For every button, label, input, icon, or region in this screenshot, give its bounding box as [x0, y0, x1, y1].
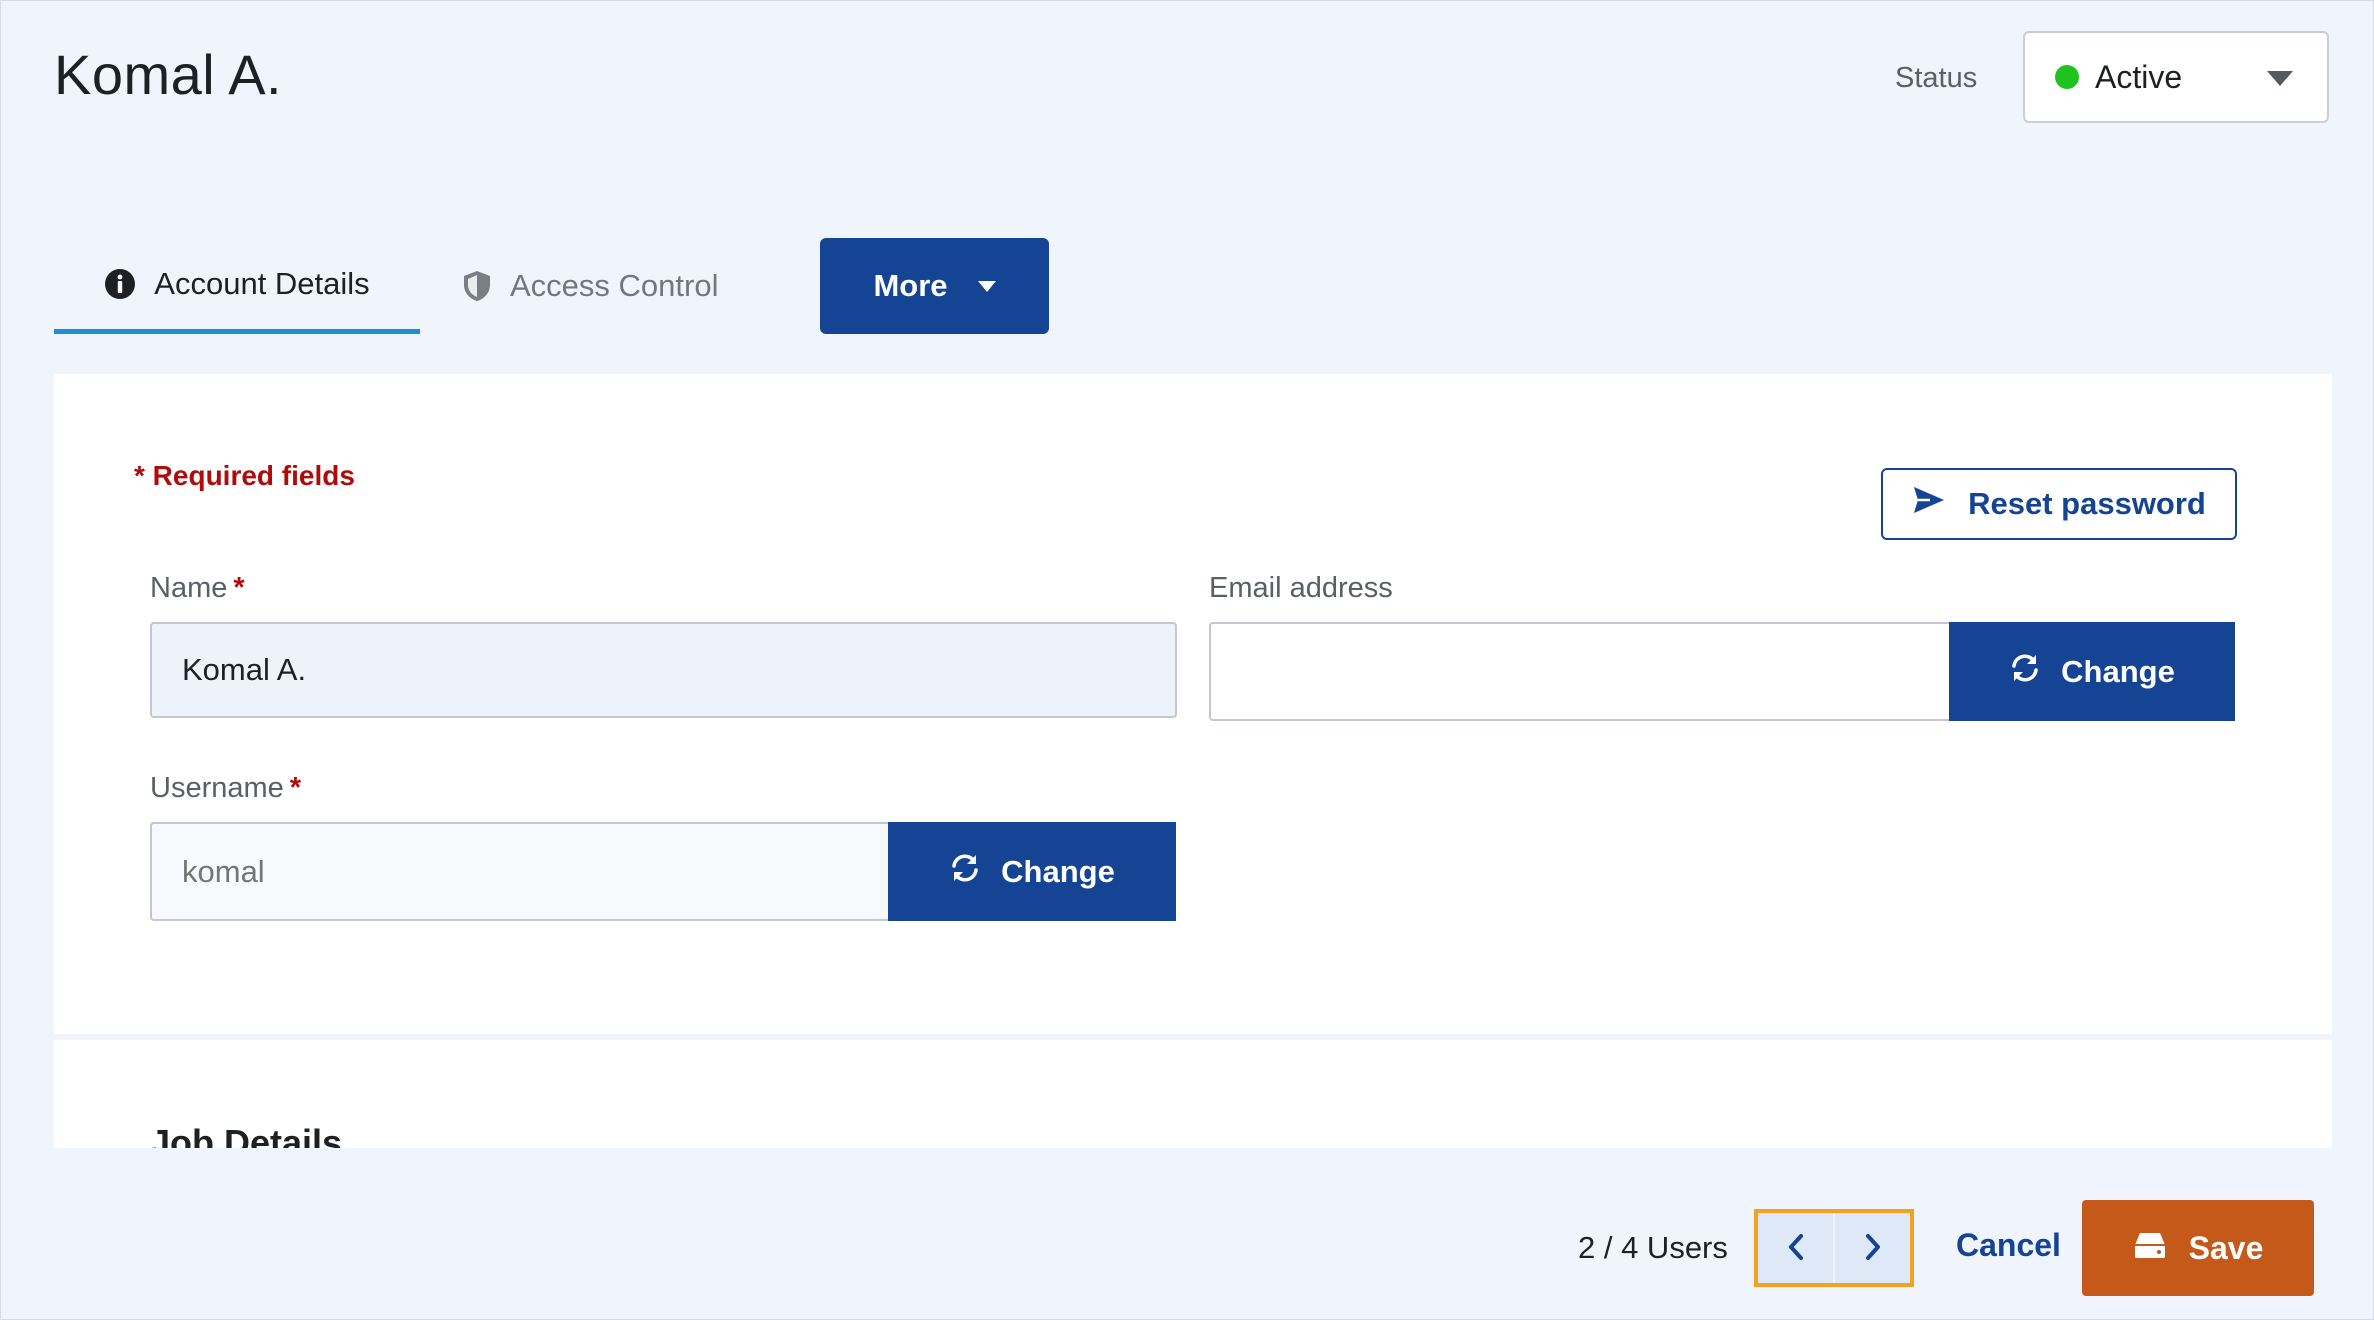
- pager-count: 2 / 4 Users: [1578, 1230, 1728, 1265]
- name-input[interactable]: [150, 622, 1177, 718]
- status-label: Status: [1895, 62, 1978, 94]
- name-field-label: Name *: [150, 572, 245, 605]
- more-button-label: More: [873, 268, 948, 303]
- change-email-button[interactable]: Change: [1949, 622, 2235, 721]
- change-username-label: Change: [1001, 853, 1115, 889]
- email-input[interactable]: [1209, 622, 1951, 721]
- chevron-left-icon: [1787, 1233, 1805, 1264]
- status-select[interactable]: Active: [2023, 31, 2329, 123]
- pager-controls: [1754, 1209, 1914, 1287]
- name-label-text: Name: [150, 572, 228, 604]
- save-drive-icon: [2133, 1230, 2167, 1267]
- reset-password-label: Reset password: [1968, 486, 2206, 521]
- send-icon: [1912, 485, 1946, 523]
- info-circle-icon: [104, 268, 136, 300]
- username-field-label: Username *: [150, 772, 301, 805]
- username-input[interactable]: [150, 822, 890, 921]
- status-active-dot: [2055, 65, 2079, 89]
- status-value: Active: [2095, 58, 2183, 95]
- cancel-button[interactable]: Cancel: [1956, 1227, 2061, 1264]
- email-field-label: Email address: [1209, 572, 1393, 604]
- previous-user-button[interactable]: [1758, 1213, 1833, 1283]
- username-label-text: Username: [150, 772, 284, 804]
- next-user-button[interactable]: [1833, 1213, 1910, 1283]
- caret-down-icon: [977, 280, 996, 292]
- required-asterisk: *: [233, 572, 245, 604]
- tab-access-control-label: Access Control: [510, 268, 719, 303]
- reset-password-button[interactable]: Reset password: [1881, 468, 2237, 540]
- tab-access-control[interactable]: Access Control: [462, 238, 742, 334]
- shield-icon: [462, 270, 492, 302]
- page-title: Komal A.: [54, 43, 283, 106]
- change-email-label: Change: [2061, 653, 2175, 689]
- job-details-card: Job Details: [54, 1040, 2332, 1148]
- tab-account-details-label: Account Details: [154, 265, 370, 301]
- job-details-heading: Job Details: [150, 1122, 343, 1148]
- chevron-right-icon: [1864, 1233, 1882, 1264]
- change-username-button[interactable]: Change: [888, 822, 1176, 921]
- save-button[interactable]: Save: [2082, 1200, 2314, 1296]
- chevron-down-icon: [2267, 71, 2293, 86]
- more-button[interactable]: More: [820, 238, 1049, 334]
- required-fields-note: * Required fields: [134, 460, 355, 491]
- refresh-icon: [2009, 653, 2041, 691]
- required-asterisk: *: [289, 772, 302, 804]
- refresh-icon: [949, 853, 981, 891]
- tab-account-details[interactable]: Account Details: [54, 238, 420, 334]
- save-button-label: Save: [2188, 1229, 2264, 1266]
